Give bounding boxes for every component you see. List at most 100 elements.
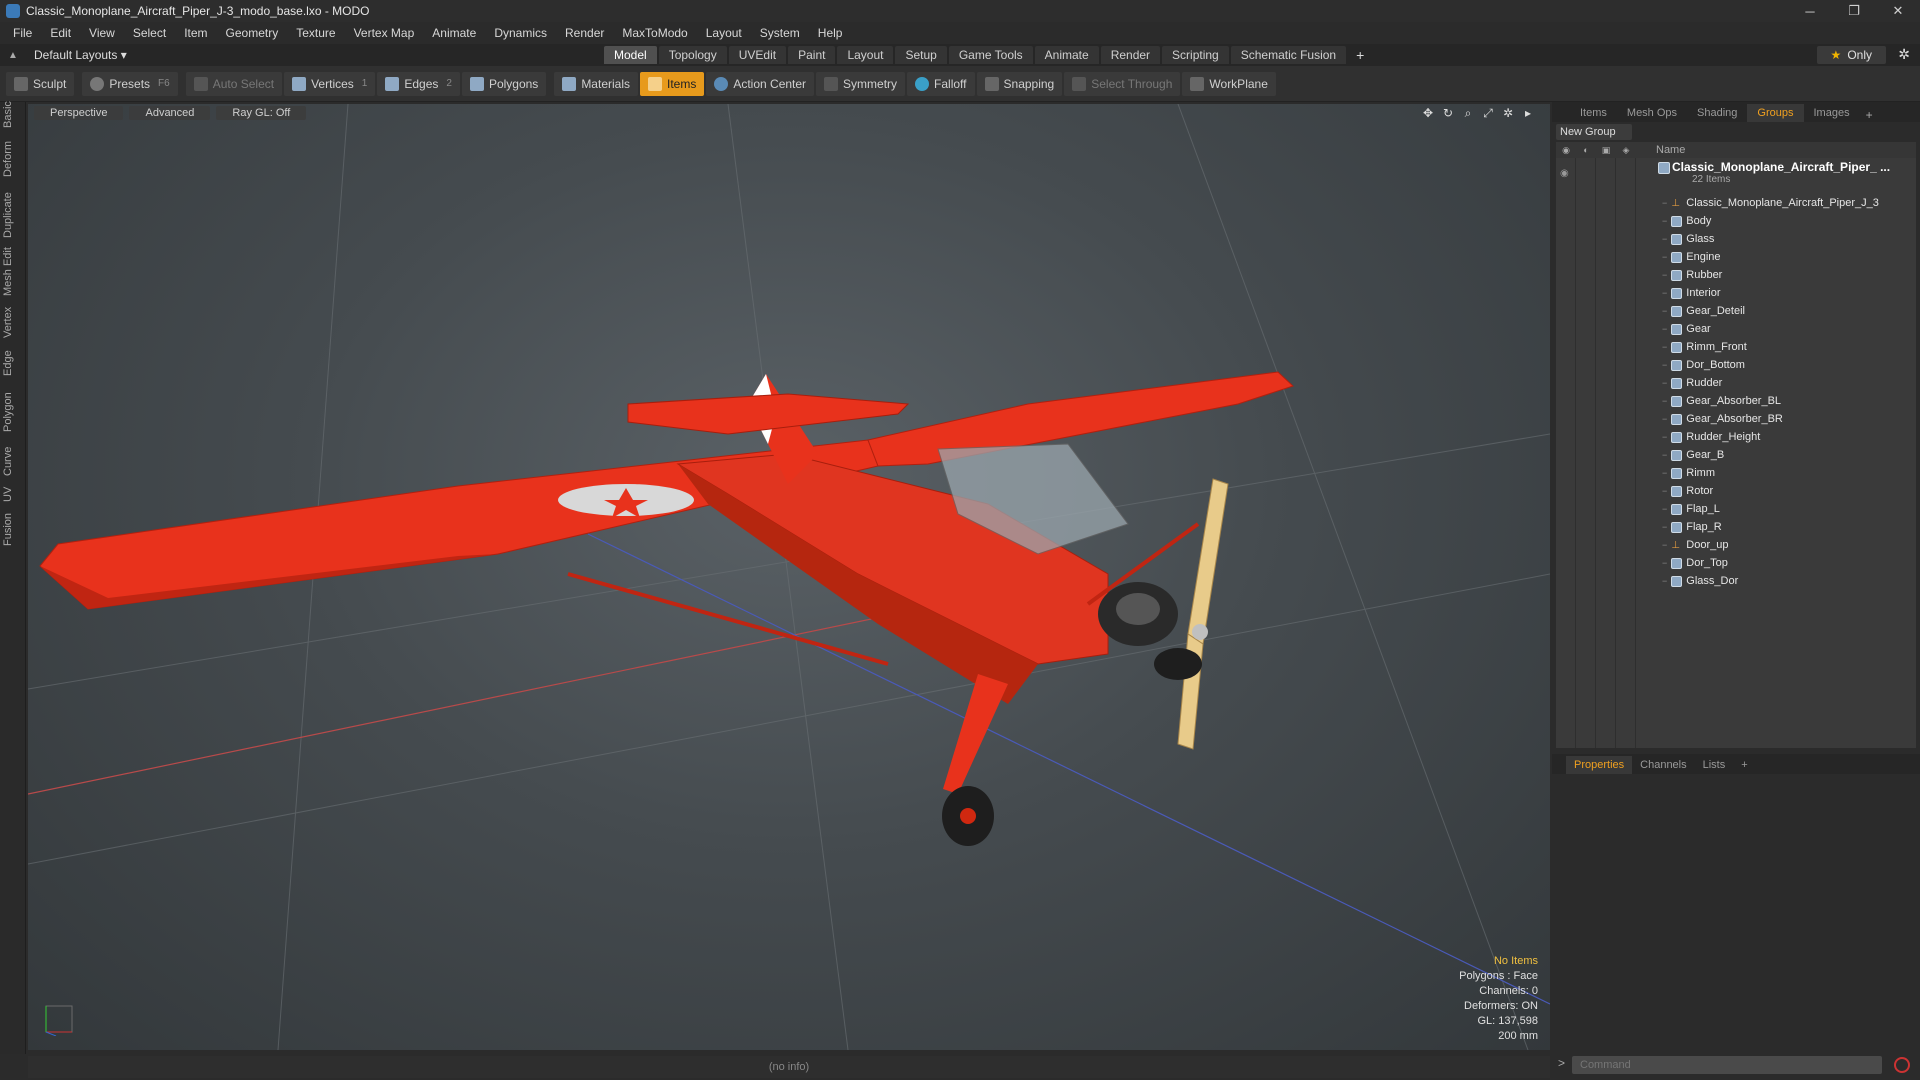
tab-game-tools[interactable]: Game Tools <box>948 46 1033 64</box>
tab-scripting[interactable]: Scripting <box>1162 46 1229 64</box>
menu-file[interactable]: File <box>4 22 41 44</box>
left-tab-uv[interactable]: UV <box>2 484 24 504</box>
group-item-row[interactable]: − Dor_Bottom <box>1556 356 1916 374</box>
tab-setup[interactable]: Setup <box>895 46 947 64</box>
items-button[interactable]: Items <box>640 71 705 96</box>
materials-button[interactable]: Materials <box>554 71 638 96</box>
left-tab-mesh-edit[interactable]: Mesh Edit <box>2 246 24 298</box>
tab-paint[interactable]: Paint <box>788 46 836 64</box>
advanced-dropdown[interactable]: Advanced <box>129 106 211 120</box>
group-item-row[interactable]: − Rubber <box>1556 266 1916 284</box>
close-button[interactable]: ✕ <box>1876 0 1920 22</box>
raygl-dropdown[interactable]: Ray GL: Off <box>216 106 307 120</box>
action-center-button[interactable]: Action Center <box>706 71 815 96</box>
panel-tab-items[interactable]: Items <box>1570 104 1617 122</box>
group-item-row[interactable]: − Interior <box>1556 284 1916 302</box>
presets-button[interactable]: Presets F6 <box>82 71 178 96</box>
perspective-dropdown[interactable]: Perspective <box>34 106 124 120</box>
layout-arrow-icon[interactable]: ▲ <box>8 50 20 61</box>
restore-button[interactable]: ❐ <box>1832 0 1876 22</box>
group-item-row[interactable]: − Rudder <box>1556 374 1916 392</box>
left-tab-polygon[interactable]: Polygon <box>2 386 24 438</box>
falloff-button[interactable]: Falloff <box>907 71 975 96</box>
add-panel-tab-icon[interactable]: + <box>1860 108 1879 122</box>
tab-animate[interactable]: Animate <box>1034 46 1099 64</box>
group-item-row[interactable]: − Gear_Deteil <box>1556 302 1916 320</box>
group-item-row[interactable]: − ⊥ Classic_Monoplane_Aircraft_Piper_J_3 <box>1556 194 1916 212</box>
left-tab-curve[interactable]: Curve <box>2 444 24 478</box>
left-tab-edge[interactable]: Edge <box>2 346 24 380</box>
command-record-icon[interactable] <box>1894 1057 1910 1073</box>
menu-view[interactable]: View <box>80 22 124 44</box>
menu-dynamics[interactable]: Dynamics <box>485 22 556 44</box>
group-item-row[interactable]: − ⊥ Door_up <box>1556 536 1916 554</box>
minimize-button[interactable]: ─ <box>1788 0 1832 22</box>
add-tab-icon[interactable]: + <box>1348 46 1372 64</box>
select-through-button[interactable]: Select Through <box>1064 71 1181 96</box>
properties-tab-channels[interactable]: Channels <box>1632 756 1694 774</box>
menu-animate[interactable]: Animate <box>423 22 485 44</box>
pan-icon[interactable]: ✥ <box>1418 106 1438 121</box>
fit-icon[interactable]: ⤢ <box>1478 106 1498 121</box>
group-item-row[interactable]: − Flap_R <box>1556 518 1916 536</box>
lock-icon[interactable]: ▣ <box>1596 145 1616 156</box>
panel-tab-images[interactable]: Images <box>1804 104 1860 122</box>
visibility-eye-icon[interactable]: ◉ <box>1560 168 1569 179</box>
group-item-row[interactable]: − Dor_Top <box>1556 554 1916 572</box>
left-tab-basic[interactable]: Basic <box>2 101 24 128</box>
group-item-row[interactable]: − Glass <box>1556 230 1916 248</box>
select-icon[interactable]: ◈ <box>1616 145 1636 156</box>
sculpt-button[interactable]: Sculpt <box>6 71 75 96</box>
3d-viewport[interactable]: Perspective Advanced Ray GL: Off ✥ ↻ ⌕ ⤢… <box>28 104 1550 1050</box>
group-item-row[interactable]: − Gear_Absorber_BL <box>1556 392 1916 410</box>
group-item-row[interactable]: − Rudder_Height <box>1556 428 1916 446</box>
panel-tab-shading[interactable]: Shading <box>1687 104 1747 122</box>
group-item-row[interactable]: − Engine <box>1556 248 1916 266</box>
default-layouts-dropdown[interactable]: Default Layouts ▾ <box>34 48 127 62</box>
group-item-row[interactable]: − Body <box>1556 212 1916 230</box>
menu-help[interactable]: Help <box>809 22 852 44</box>
group-root-row[interactable]: ◉ Classic_Monoplane_Aircraft_Piper_ ... … <box>1556 160 1916 190</box>
group-item-row[interactable]: − Flap_L <box>1556 500 1916 518</box>
rotate-icon[interactable]: ↻ <box>1438 106 1458 121</box>
add-properties-tab-icon[interactable]: + <box>1733 756 1755 774</box>
menu-edit[interactable]: Edit <box>41 22 80 44</box>
tab-layout[interactable]: Layout <box>837 46 894 64</box>
group-item-row[interactable]: − Gear_B <box>1556 446 1916 464</box>
left-tab-vertex[interactable]: Vertex <box>2 304 24 340</box>
group-item-row[interactable]: − Gear <box>1556 320 1916 338</box>
tab-uvedit[interactable]: UVEdit <box>728 46 787 64</box>
eye-icon[interactable]: ◉ <box>1556 145 1576 156</box>
viewport-settings-icon[interactable]: ✲ <box>1498 106 1518 121</box>
tab-model[interactable]: Model <box>604 46 657 64</box>
polygons-button[interactable]: Polygons <box>461 71 547 96</box>
edges-button[interactable]: Edges 2 <box>377 71 460 96</box>
menu-layout[interactable]: Layout <box>697 22 751 44</box>
menu-maxtomodo[interactable]: MaxToModo <box>613 22 696 44</box>
menu-vertex-map[interactable]: Vertex Map <box>345 22 424 44</box>
menu-system[interactable]: System <box>751 22 809 44</box>
tab-topology[interactable]: Topology <box>658 46 727 64</box>
only-toggle[interactable]: ★ Only <box>1816 46 1886 64</box>
vertices-button[interactable]: Vertices 1 <box>284 71 376 96</box>
menu-select[interactable]: Select <box>124 22 175 44</box>
left-tab-deform[interactable]: Deform <box>2 134 24 184</box>
symmetry-button[interactable]: Symmetry <box>816 71 906 96</box>
new-group-button[interactable]: New Group <box>1556 124 1632 140</box>
viewport-scene[interactable] <box>28 104 1550 1050</box>
group-item-row[interactable]: − Rotor <box>1556 482 1916 500</box>
workplane-button[interactable]: WorkPlane <box>1182 71 1276 96</box>
group-item-row[interactable]: − Rimm_Front <box>1556 338 1916 356</box>
menu-geometry[interactable]: Geometry <box>217 22 288 44</box>
properties-tab-lists[interactable]: Lists <box>1695 756 1734 774</box>
command-input[interactable] <box>1572 1056 1882 1074</box>
menu-render[interactable]: Render <box>556 22 613 44</box>
panel-tab-groups[interactable]: Groups <box>1747 104 1804 122</box>
properties-tab-properties[interactable]: Properties <box>1566 756 1633 774</box>
auto-select-button[interactable]: Auto Select <box>185 71 283 96</box>
group-item-row[interactable]: − Gear_Absorber_BR <box>1556 410 1916 428</box>
zoom-icon[interactable]: ⌕ <box>1458 106 1478 121</box>
panel-tab-mesh-ops[interactable]: Mesh Ops <box>1617 104 1687 122</box>
tab-schematic-fusion[interactable]: Schematic Fusion <box>1230 46 1347 64</box>
gear-icon[interactable]: ✲ <box>1898 46 1910 63</box>
